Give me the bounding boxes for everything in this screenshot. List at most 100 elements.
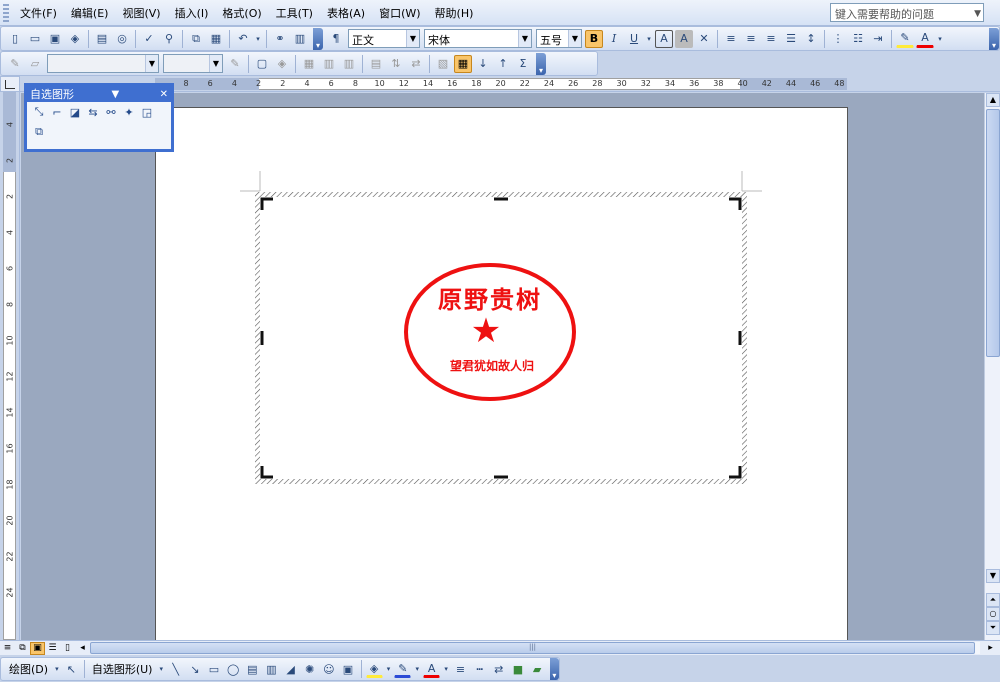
arrow-tool-icon[interactable]: ↘ [186, 660, 203, 678]
chevron-down-icon[interactable]: ▼ [974, 9, 981, 19]
document-page[interactable]: 原野贵树 ★ 望君犹如故人归 [155, 107, 848, 640]
menu-edit[interactable]: 编辑(E) [64, 3, 116, 23]
vertical-ruler[interactable]: 4 2 2 4 6 8 10 12 14 16 18 20 22 24 [0, 92, 20, 640]
open-folder-icon[interactable]: ▭ [26, 30, 44, 48]
align-cell-icon[interactable]: ▤ [367, 55, 385, 73]
textbox-icon[interactable]: ▤ [244, 660, 261, 678]
toolbar-options-icon[interactable]: ▾ [536, 52, 546, 75]
arrow-style-icon[interactable]: ⇄ [490, 660, 507, 678]
line-tool-icon[interactable]: ╲ [167, 660, 184, 678]
wordart-icon[interactable]: ◢ [282, 660, 299, 678]
reading-view-icon[interactable]: ▯ [60, 642, 75, 655]
autoshapes-palette[interactable]: 自选图形 ▼ ✕ ⤡ ⌐ ◪ ⇆ ⚯ ✦ ◲ ⧉ [24, 83, 174, 152]
italic-button[interactable]: I [605, 30, 623, 48]
fill-color-icon[interactable]: ◈ [365, 660, 383, 678]
toolbar-options-icon[interactable]: ▾ [313, 27, 323, 50]
distribute-cols-icon[interactable]: ⇄ [407, 55, 425, 73]
border-color-icon[interactable]: ✎ [226, 55, 244, 73]
basic-shapes-icon[interactable]: ◪ [66, 104, 84, 120]
lines-icon[interactable]: ⤡ [30, 104, 48, 120]
stars-banners-icon[interactable]: ✦ [120, 104, 138, 120]
undo-icon[interactable]: ↶ [234, 30, 252, 48]
vertical-textbox-icon[interactable]: ▥ [263, 660, 280, 678]
horizontal-scrollbar[interactable]: ||| [90, 642, 980, 654]
chevron-down-icon[interactable]: ▼ [111, 89, 119, 100]
draw-menu-button[interactable]: 绘图(D) [5, 661, 52, 677]
oval-tool-icon[interactable]: ◯ [225, 660, 242, 678]
font-color-icon[interactable]: A [916, 30, 934, 48]
paste-icon[interactable]: ▦ [207, 30, 225, 48]
eraser-icon[interactable]: ▱ [26, 55, 44, 73]
menu-format[interactable]: 格式(O) [215, 3, 268, 23]
numbering-icon[interactable]: ⋮ [829, 30, 847, 48]
char-shading-icon[interactable]: A [675, 29, 693, 48]
hyperlink-icon[interactable]: ⚭ [271, 30, 289, 48]
normal-view-icon[interactable]: ≡ [0, 642, 15, 655]
autosum-icon[interactable]: Σ [514, 55, 532, 73]
prev-page-icon[interactable]: ⏶ [986, 593, 1000, 607]
callouts-icon[interactable]: ◲ [138, 104, 156, 120]
palette-titlebar[interactable]: 自选图形 ▼ ✕ [27, 86, 171, 102]
chevron-down-icon[interactable]: ▼ [145, 55, 158, 72]
justify-icon[interactable]: ☰ [782, 30, 800, 48]
draw-table-icon[interactable]: ✎ [6, 55, 24, 73]
outside-border-icon[interactable]: ▢ [253, 55, 271, 73]
menu-grip[interactable] [3, 3, 9, 22]
line-spacing-icon[interactable]: ↕ [802, 30, 820, 48]
styles-pane-icon[interactable]: ¶ [327, 30, 345, 48]
line-color-icon[interactable]: ✎ [394, 660, 412, 678]
tables-borders-icon[interactable]: ▥ [291, 30, 309, 48]
3d-style-icon[interactable]: ▰ [529, 660, 546, 678]
rectangle-tool-icon[interactable]: ▭ [205, 660, 222, 678]
select-browse-object-icon[interactable]: ○ [986, 607, 1000, 621]
bold-button[interactable]: B [585, 29, 603, 48]
chevron-down-icon[interactable]: ▾ [442, 660, 450, 678]
research-icon[interactable]: ⚲ [160, 30, 178, 48]
save-icon[interactable]: ▣ [46, 30, 64, 48]
menu-help[interactable]: 帮助(H) [428, 3, 481, 23]
distribute-rows-icon[interactable]: ⇅ [387, 55, 405, 73]
chevron-down-icon[interactable]: ▾ [157, 660, 165, 678]
line-style-select[interactable]: ▼ [47, 54, 159, 73]
menu-window[interactable]: 窗口(W) [372, 3, 427, 23]
sort-descending-icon[interactable]: ↑ [494, 55, 512, 73]
char-border-icon[interactable]: A [655, 29, 673, 48]
underline-button[interactable]: U [625, 30, 643, 48]
autoformat-icon[interactable]: ▧ [434, 55, 452, 73]
chevron-down-icon[interactable]: ▼ [518, 30, 531, 47]
align-right-icon[interactable]: ≡ [762, 30, 780, 48]
menu-insert[interactable]: 插入(I) [168, 3, 216, 23]
print-preview-icon[interactable]: ◎ [113, 30, 131, 48]
more-autoshapes-icon[interactable]: ⧉ [30, 124, 48, 140]
line-style-icon[interactable]: ≡ [452, 660, 469, 678]
style-select[interactable]: 正文 ▼ [348, 29, 420, 48]
select-objects-icon[interactable]: ↖ [63, 660, 80, 678]
chevron-down-icon[interactable]: ▾ [254, 30, 262, 48]
chevron-down-icon[interactable]: ▼ [209, 55, 222, 72]
highlight-icon[interactable]: ✎ [896, 30, 914, 48]
block-arrows-icon[interactable]: ⇆ [84, 104, 102, 120]
toolbar-options-icon[interactable]: ▾ [549, 658, 560, 680]
menu-tools[interactable]: 工具(T) [269, 3, 320, 23]
scroll-left-icon[interactable]: ◂ [75, 642, 90, 655]
scrollbar-thumb[interactable]: ||| [90, 642, 975, 654]
shadow-style-icon[interactable]: ■ [509, 660, 526, 678]
insert-table-icon[interactable]: ▦ [300, 55, 318, 73]
toolbar-options-icon[interactable]: ▾ [989, 27, 999, 50]
dash-style-icon[interactable]: ┅ [471, 660, 488, 678]
new-document-icon[interactable]: ▯ [6, 30, 24, 48]
chevron-down-icon[interactable]: ▼ [568, 30, 581, 47]
print-icon[interactable]: ▤ [93, 30, 111, 48]
scrollbar-thumb[interactable] [986, 109, 1000, 357]
shading-color-icon[interactable]: ◈ [273, 55, 291, 73]
show-gridlines-icon[interactable]: ▦ [454, 54, 472, 73]
scroll-right-icon[interactable]: ▸ [983, 642, 998, 655]
spelling-icon[interactable]: ✓ [140, 30, 158, 48]
chevron-down-icon[interactable]: ▾ [936, 30, 944, 48]
chevron-down-icon[interactable]: ▾ [413, 660, 421, 678]
vertical-scrollbar[interactable]: ▲ ▼ ⏶ ○ ⏷ [984, 93, 1000, 640]
indent-icon[interactable]: ⇥ [869, 30, 887, 48]
align-center-icon[interactable]: ≡ [742, 30, 760, 48]
document-area[interactable]: 原野贵树 ★ 望君犹如故人归 [21, 93, 984, 640]
outline-view-icon[interactable]: ☰ [45, 642, 60, 655]
